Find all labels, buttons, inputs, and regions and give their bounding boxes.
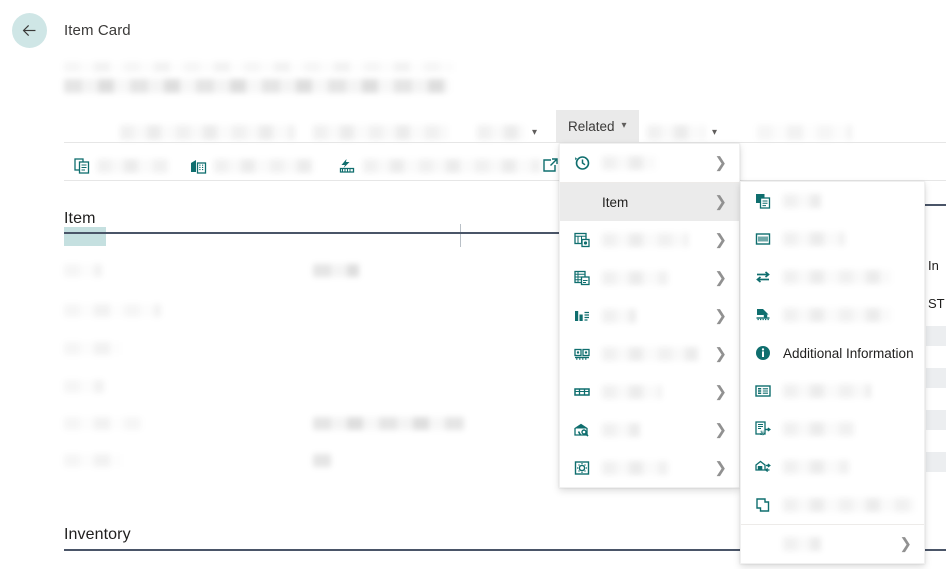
information-icon: [753, 345, 773, 361]
chevron-right-icon: ❯: [714, 383, 727, 401]
field-row[interactable]: [64, 452, 122, 470]
ribbon-divider: [460, 224, 461, 247]
chevron-right-icon: ❯: [714, 307, 727, 325]
field-row[interactable]: [64, 378, 104, 396]
right-panel-rule: [922, 204, 946, 206]
units-of-measure-icon: [753, 307, 773, 323]
menu-item-bin-contents[interactable]: ❯: [560, 373, 739, 411]
action-open-in-new-window[interactable]: [542, 151, 558, 181]
action-company-data[interactable]: [190, 151, 314, 181]
submenu-item-additional-information-label: Additional Information: [783, 345, 914, 361]
ribbon-tabs: ▾ ▾: [0, 110, 946, 247]
field-row[interactable]: [64, 302, 161, 320]
ribbon-tab-1[interactable]: [120, 117, 295, 148]
submenu-item-barcode[interactable]: [741, 220, 924, 258]
ribbon-underline: [64, 142, 946, 143]
menu-item-item-label: Item: [602, 194, 629, 210]
chevron-right-icon: ❯: [714, 459, 727, 477]
chevron-right-icon: ❯: [714, 231, 727, 249]
ribbon-tab-2[interactable]: [313, 117, 448, 148]
ribbon-tab-3[interactable]: ▾: [477, 117, 537, 148]
resources-setup-icon: [572, 460, 592, 476]
menu-item-statistics[interactable]: ❯: [560, 297, 739, 335]
menu-item-history[interactable]: ❯: [560, 144, 739, 182]
tab-related[interactable]: Related ▾: [556, 110, 639, 142]
barcode-icon: [753, 231, 773, 247]
submenu-item-more[interactable]: ❯: [741, 525, 924, 563]
copy-item-icon: [753, 193, 773, 209]
back-button[interactable]: [12, 13, 47, 48]
field-value[interactable]: [313, 262, 359, 280]
chevron-right-icon: ❯: [714, 193, 727, 211]
submenu-item-translations[interactable]: あ: [741, 410, 924, 448]
right-panel-field[interactable]: [926, 410, 946, 430]
attributes-icon: [753, 459, 773, 475]
translations-icon: あ: [753, 421, 773, 437]
item-card-page: Item Card ▾ ▾ Related ▾ Item Inventory I…: [0, 0, 946, 569]
tab-related-label: Related: [568, 118, 615, 134]
substitutions-icon: [753, 269, 773, 285]
tab-active-indicator[interactable]: [64, 227, 106, 246]
right-panel-field[interactable]: [926, 368, 946, 388]
item-ledger-entries-icon: [572, 232, 592, 248]
action-copy-document[interactable]: [74, 151, 169, 181]
submenu-item-comment-lines[interactable]: [741, 372, 924, 410]
submenu-item-additional-information[interactable]: Additional Information: [741, 334, 924, 372]
history-clock-icon: [572, 155, 592, 171]
svg-text:あ: あ: [760, 430, 766, 437]
warehouse-icon: [572, 346, 592, 362]
related-dropdown-menu: ❯ Item ❯ ❯ ❯ ❯ ❯ ❯ ❯ ❯: [559, 143, 740, 488]
menu-item-item[interactable]: Item ❯: [560, 183, 739, 221]
comment-lines-icon: [753, 383, 773, 399]
action-buttons-row: [0, 147, 946, 180]
field-row[interactable]: [64, 262, 102, 280]
chevron-down-icon: ▾: [712, 126, 718, 138]
menu-item-item-journal[interactable]: ❯: [560, 259, 739, 297]
menu-item-warehouse[interactable]: ❯: [560, 335, 739, 373]
submenu-item-substitutions[interactable]: [741, 258, 924, 296]
submenu-item-attributes[interactable]: [741, 448, 924, 486]
object-icon: [753, 497, 773, 513]
back-arrow-icon: [22, 24, 36, 37]
chevron-right-icon: ❯: [714, 421, 727, 439]
bin-contents-icon: [572, 384, 592, 400]
submenu-item-copy-item[interactable]: [741, 182, 924, 220]
copy-document-icon: [74, 158, 90, 174]
menu-item-service[interactable]: ❯: [560, 411, 739, 449]
right-panel-field[interactable]: [926, 452, 946, 472]
right-panel-field[interactable]: [926, 326, 946, 346]
adjust-inventory-icon: [338, 158, 356, 174]
field-value[interactable]: [313, 415, 465, 433]
chevron-right-icon: ❯: [714, 269, 727, 287]
chevron-right-icon: ❯: [714, 154, 727, 172]
chevron-right-icon: ❯: [714, 345, 727, 363]
item-journal-icon: [572, 270, 592, 286]
menu-item-resources[interactable]: ❯: [560, 449, 739, 487]
section-title-item: Item: [64, 210, 96, 227]
statistics-chart-icon: [572, 308, 592, 324]
field-row[interactable]: [64, 415, 142, 433]
chevron-right-icon: ❯: [899, 535, 912, 553]
right-panel-label-1: In: [928, 258, 939, 273]
submenu-item-units-of-measure[interactable]: [741, 296, 924, 334]
section-title-inventory: Inventory: [64, 526, 131, 543]
item-submenu: Additional Information あ ❯: [740, 181, 925, 564]
ribbon-tab-5[interactable]: [757, 117, 852, 148]
record-title-redacted: [64, 58, 454, 94]
service-tools-icon: [572, 422, 592, 438]
field-row[interactable]: [64, 340, 121, 358]
page-title: Item Card: [64, 22, 131, 39]
right-panel-label-2: ST: [928, 296, 945, 311]
chevron-down-icon: ▾: [532, 126, 538, 138]
action-adjust-inventory[interactable]: [338, 151, 541, 181]
company-data-icon: [190, 158, 207, 174]
open-in-new-window-icon: [542, 158, 558, 174]
field-value[interactable]: [313, 452, 331, 470]
submenu-item-object[interactable]: [741, 486, 924, 524]
chevron-down-icon: ▾: [621, 120, 627, 131]
menu-item-item-ledger-entries[interactable]: ❯: [560, 221, 739, 259]
